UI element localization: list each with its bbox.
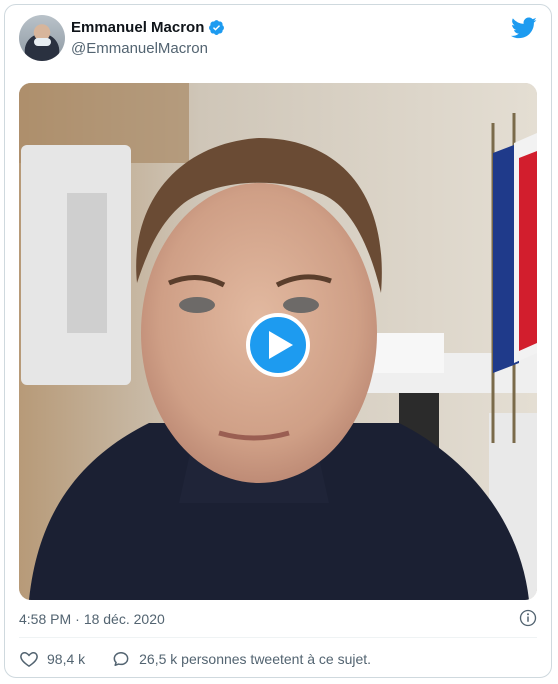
like-count: 98,4 k	[47, 651, 86, 667]
avatar-mask-detail	[34, 38, 51, 46]
tweet-timestamp[interactable]: 4:58 PM · 18 déc. 2020	[19, 611, 165, 627]
divider	[19, 637, 537, 638]
play-icon	[268, 331, 293, 359]
info-icon[interactable]	[519, 609, 537, 627]
verified-badge-icon	[209, 20, 225, 35]
video-thumbnail[interactable]	[19, 83, 537, 600]
author-display-name[interactable]: Emmanuel Macron	[71, 19, 204, 36]
tweet-time[interactable]: 4:58 PM	[19, 611, 71, 627]
tweet-date[interactable]: 18 déc. 2020	[84, 611, 165, 627]
tweet-actions: 98,4 k 26,5 k personnes tweetent à ce su…	[19, 649, 371, 669]
like-button[interactable]: 98,4 k	[19, 649, 85, 669]
reply-button[interactable]: 26,5 k personnes tweetent à ce sujet.	[111, 649, 371, 669]
author-name-row[interactable]: Emmanuel Macron	[71, 19, 225, 36]
twitter-bird-icon[interactable]	[511, 17, 537, 39]
avatar[interactable]	[19, 15, 65, 61]
author-handle[interactable]: @EmmanuelMacron	[71, 40, 208, 57]
play-button[interactable]	[246, 313, 310, 377]
heart-icon	[20, 651, 38, 667]
timestamp-separator: ·	[75, 611, 80, 627]
talking-count-text: 26,5 k personnes tweetent à ce sujet.	[139, 651, 372, 667]
reply-icon	[113, 652, 129, 666]
tweet-card[interactable]: Emmanuel Macron @EmmanuelMacron 4:58 PM …	[4, 4, 552, 678]
